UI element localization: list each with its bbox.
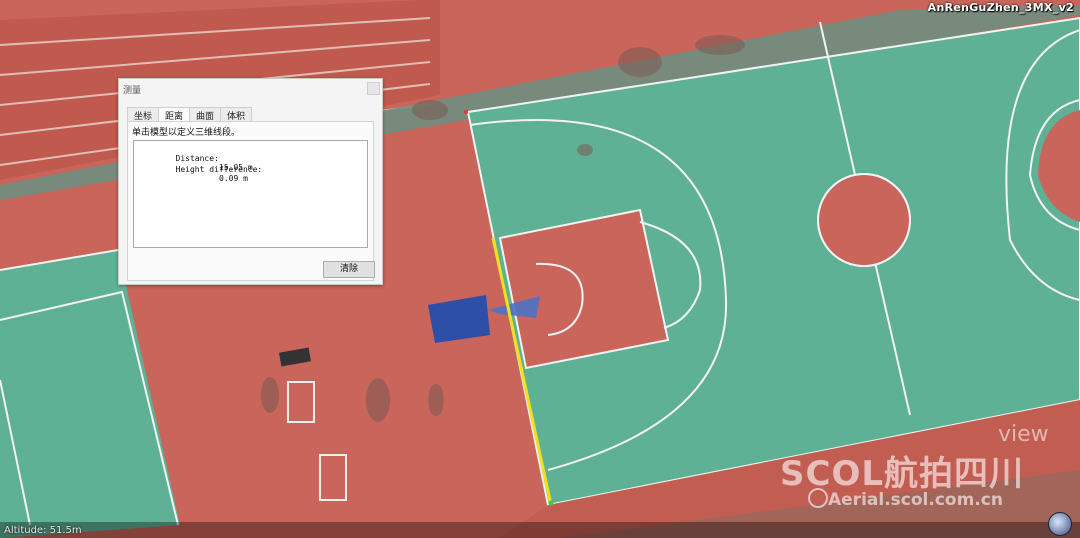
tab-volume[interactable]: 体积 (220, 107, 253, 122)
status-bar: Altitude: 51.5m (0, 512, 1080, 538)
watermark-logo-icon (808, 488, 828, 508)
dialog-title: 测量 (123, 86, 142, 96)
tab-surface[interactable]: 曲面 (189, 107, 222, 122)
close-icon[interactable] (367, 82, 380, 95)
watermark-view-text: view (998, 422, 1049, 447)
watermark: view SCOL航拍四川 Aerial.scol.com.cn (780, 410, 1070, 520)
navigation-compass-icon[interactable] (1048, 512, 1072, 536)
altitude-readout: Altitude: 51.5m (4, 525, 82, 536)
distance-panel: 单击模型以定义三维线段。 Distance: 15.05 m Height di… (127, 121, 374, 281)
model-name-label: AnRenGuZhen_3MX_v2 (927, 1, 1074, 14)
height-row: Height difference: 0.09 m (137, 156, 263, 192)
tab-coordinates[interactable]: 坐标 (127, 107, 160, 122)
measurement-tabs: 坐标 距离 曲面 体积 (127, 107, 253, 123)
height-difference-value: 0.09 m (219, 174, 248, 183)
measurement-dialog: 测量 坐标 距离 曲面 体积 单击模型以定义三维线段。 Distance: 15… (118, 78, 383, 285)
clear-button[interactable]: 清除 (323, 261, 375, 278)
height-difference-label: Height difference: (175, 165, 263, 174)
watermark-url: Aerial.scol.com.cn (828, 490, 1003, 510)
instruction-text: 单击模型以定义三维线段。 (132, 128, 241, 138)
result-textbox[interactable]: Distance: 15.05 m Height difference: 0.0… (133, 140, 368, 248)
